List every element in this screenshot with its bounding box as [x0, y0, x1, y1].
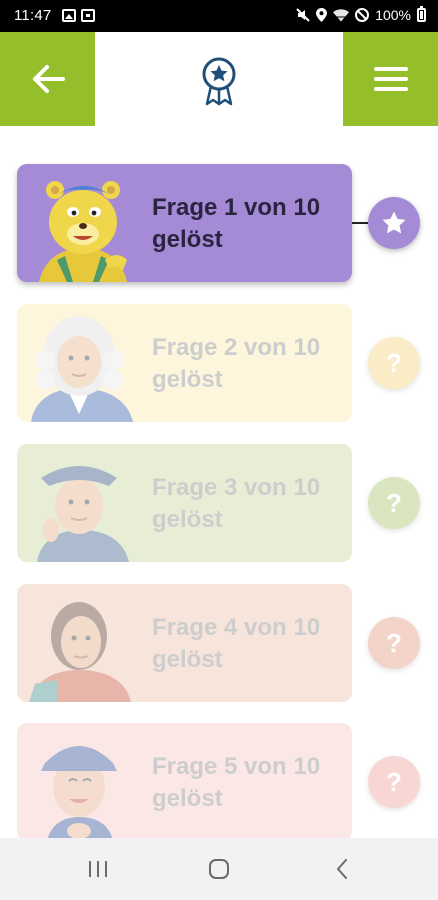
quiz-badge-3[interactable]: ?	[368, 477, 420, 529]
quiz-card-5-label: Frage 5 von 10 gelöst	[152, 751, 320, 815]
recent-apps-icon	[89, 861, 107, 877]
back-chevron-icon	[337, 859, 347, 879]
battery-percent: 100%	[375, 7, 411, 23]
quiz-card-2-title: Frage 2 von 10	[152, 334, 321, 361]
document-notification-icon	[81, 9, 95, 22]
status-bar: 11:47 100%	[0, 0, 438, 32]
quiz-card-3-title: Frage 3 von 10	[152, 474, 321, 501]
yellow-cat-character	[39, 181, 127, 282]
quiz-card-1-label: Frage 1 von 10 gelöst	[152, 192, 320, 256]
mute-icon	[296, 8, 310, 22]
quiz-card-4-label: Frage 4 von 10 gelöst	[152, 612, 320, 676]
hamburger-menu-icon	[373, 67, 408, 91]
quiz-item-5: Frage 5 von 10 gelöst ?	[0, 723, 438, 838]
quiz-card-4-title: Frage 4 von 10	[152, 614, 321, 641]
menu-button[interactable]	[343, 32, 438, 126]
quiz-card-1-status: gelöst	[152, 226, 223, 253]
quiz-card-2[interactable]: Frage 2 von 10 gelöst	[17, 304, 352, 422]
wifi-icon	[333, 8, 350, 21]
quiz-card-2-label: Frage 2 von 10 gelöst	[152, 332, 320, 396]
question-mark-icon: ?	[386, 347, 402, 378]
quiz-badge-4[interactable]: ?	[368, 617, 420, 669]
quiz-card-1-title: Frage 1 von 10	[152, 194, 321, 221]
tricorn-hat-character	[37, 466, 129, 562]
arrow-left-icon	[32, 65, 65, 93]
quiz-card-4[interactable]: Frage 4 von 10 gelöst	[17, 584, 352, 702]
status-indicators: 100%	[296, 6, 426, 23]
quiz-item-3: Frage 3 von 10 gelöst ?	[0, 444, 438, 562]
quiz-card-1[interactable]: Frage 1 von 10 gelöst	[17, 164, 352, 282]
recent-apps-button[interactable]	[78, 854, 118, 884]
battery-icon	[417, 6, 426, 22]
location-icon	[316, 8, 328, 22]
quiz-card-5[interactable]: Frage 5 von 10 gelöst	[17, 723, 352, 838]
powdered-wig-character	[31, 316, 133, 422]
question-mark-icon: ?	[386, 487, 402, 518]
quiz-card-5-title: Frage 5 von 10	[152, 753, 321, 780]
quiz-item-2: Frage 2 von 10 gelöst ?	[0, 304, 438, 422]
award-ribbon-icon	[202, 57, 236, 106]
notification-icons	[62, 9, 95, 22]
back-button[interactable]	[0, 32, 95, 126]
question-mark-icon: ?	[386, 766, 402, 797]
quiz-badge-2[interactable]: ?	[368, 337, 420, 389]
quiz-badge-5[interactable]: ?	[368, 756, 420, 808]
quiz-card-3[interactable]: Frage 3 von 10 gelöst	[17, 444, 352, 562]
quiz-card-4-status: gelöst	[152, 646, 223, 673]
image-notification-icon	[62, 9, 76, 22]
quiz-card-3-label: Frage 3 von 10 gelöst	[152, 472, 320, 536]
long-hair-character	[29, 602, 131, 702]
question-mark-icon: ?	[386, 627, 402, 658]
do-not-disturb-icon	[355, 8, 370, 22]
quiz-card-2-status: gelöst	[152, 366, 223, 393]
home-button[interactable]	[199, 854, 239, 884]
quiz-item-1: Frage 1 von 10 gelöst	[0, 164, 438, 282]
star-icon	[382, 211, 406, 234]
quiz-list: Frage 1 von 10 gelöst Frage 2 von 10 gel…	[0, 126, 438, 838]
system-nav-bar	[0, 838, 438, 900]
cap-character	[41, 746, 117, 838]
back-nav-button[interactable]	[322, 854, 362, 884]
quiz-badge-1[interactable]	[368, 197, 420, 249]
app-header	[0, 32, 438, 126]
quiz-card-5-status: gelöst	[152, 785, 223, 812]
quiz-item-4: Frage 4 von 10 gelöst ?	[0, 584, 438, 702]
quiz-card-3-status: gelöst	[152, 506, 223, 533]
home-icon	[209, 859, 229, 879]
status-time: 11:47	[14, 7, 52, 24]
